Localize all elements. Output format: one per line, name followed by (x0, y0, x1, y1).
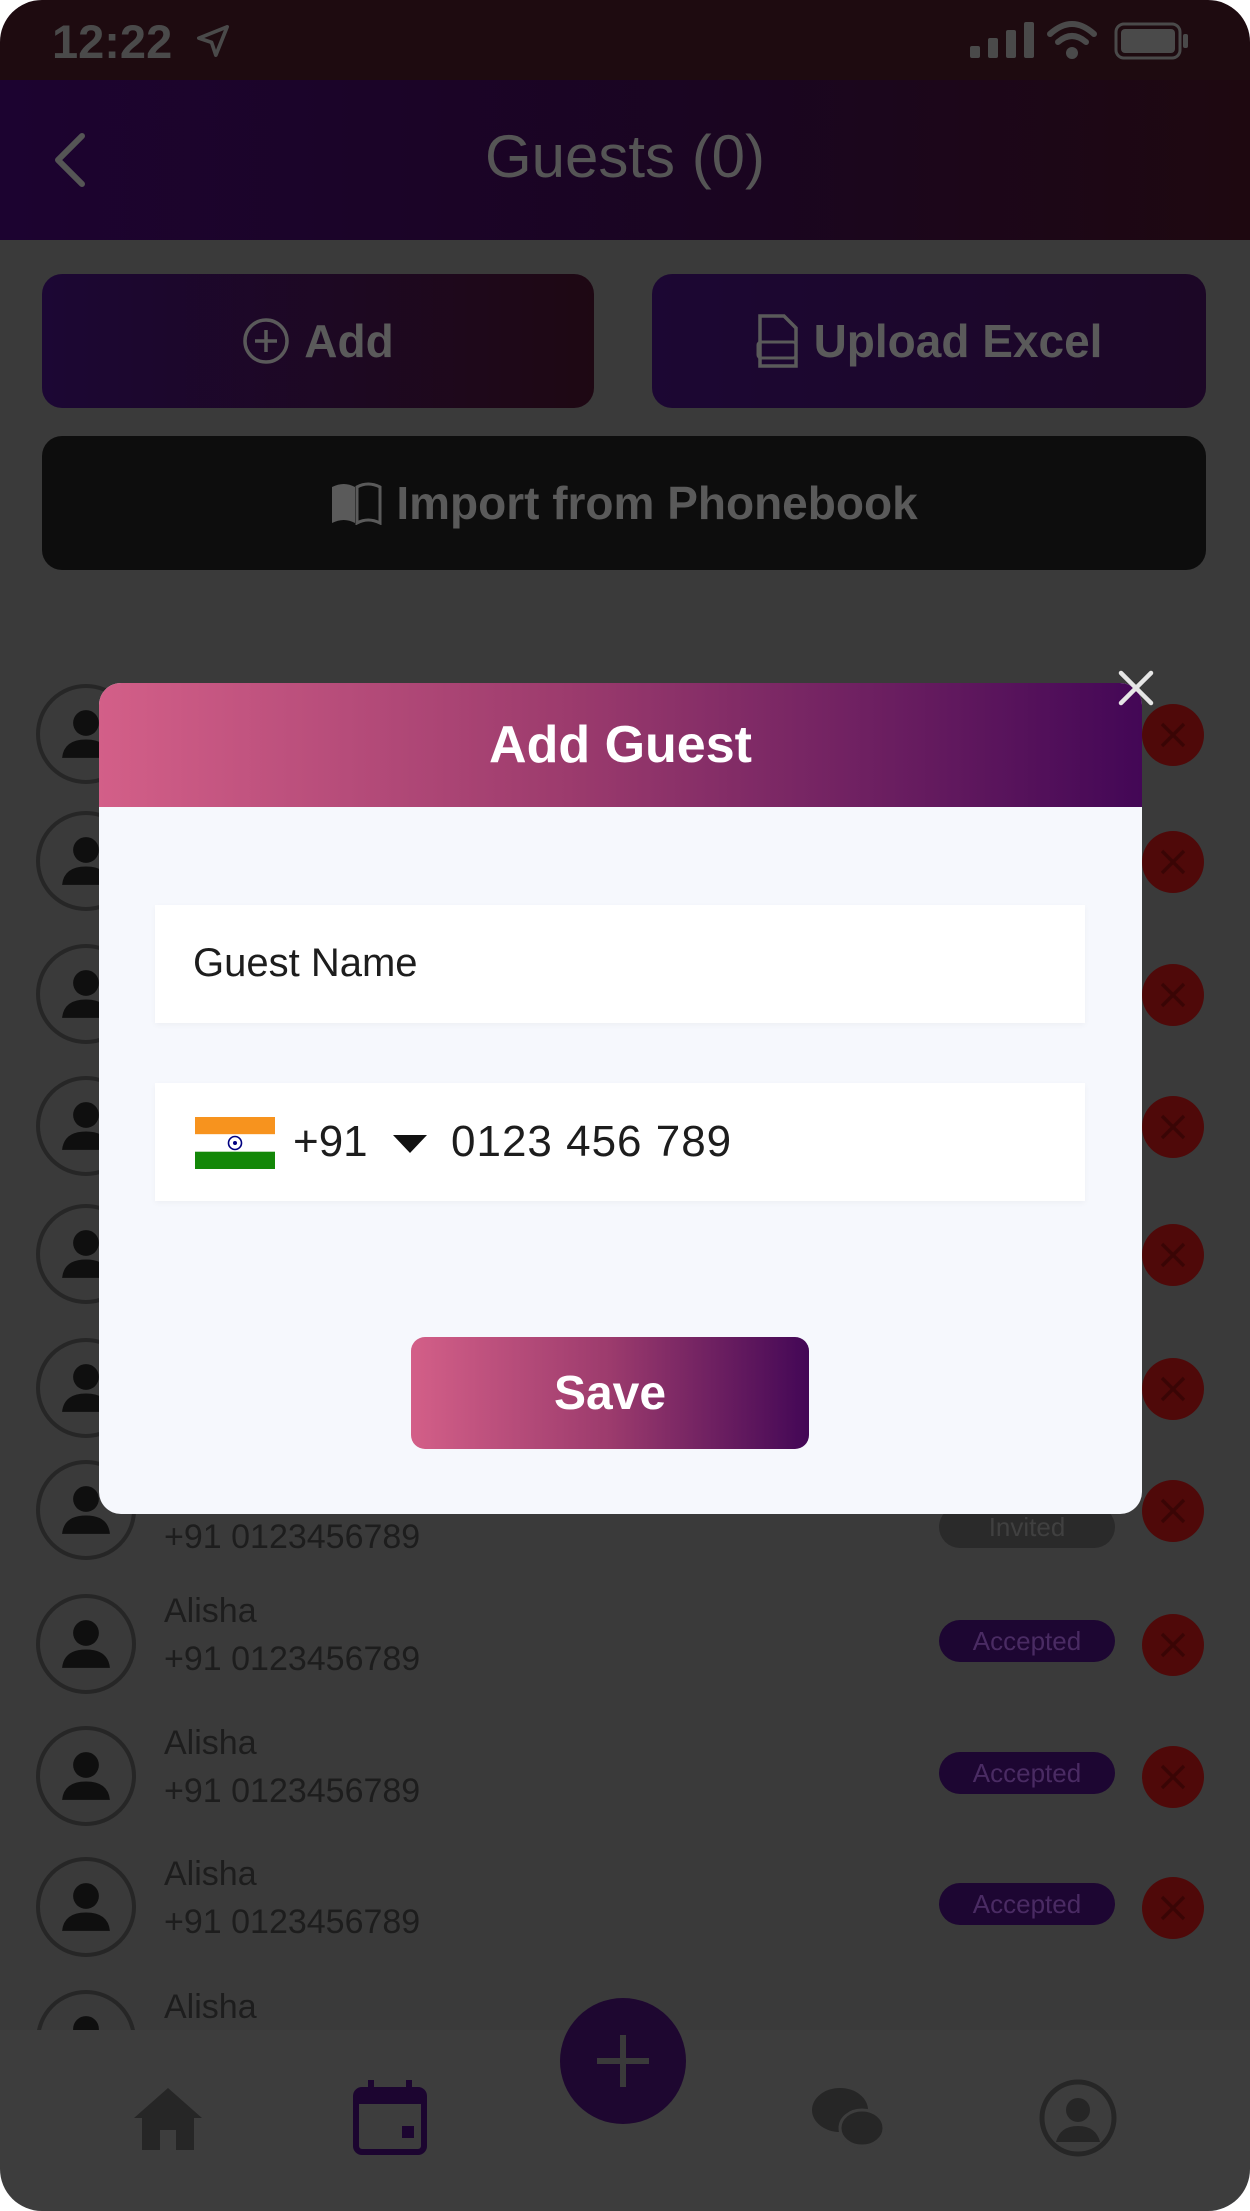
guest-phone: +91 0123456789 (164, 1772, 421, 1810)
delete-guest-button[interactable] (1142, 1480, 1204, 1542)
avatar (36, 1857, 136, 1957)
guest-name: Alisha (164, 1988, 257, 2026)
india-flag-icon[interactable] (195, 1117, 275, 1169)
delete-guest-button[interactable] (1142, 1096, 1204, 1158)
close-icon (1160, 849, 1186, 875)
add-fab-button[interactable] (560, 1998, 686, 2124)
close-icon (1160, 1242, 1186, 1268)
signal-icon (970, 22, 1034, 58)
save-button[interactable]: Save (411, 1337, 809, 1449)
close-icon (1160, 1632, 1186, 1658)
delete-guest-button[interactable] (1142, 964, 1204, 1026)
close-icon (1160, 982, 1186, 1008)
add-guest-dialog: Add Guest Guest Name +91 0123 456 789 Sa… (99, 683, 1142, 1514)
add-guest-button[interactable]: Add (42, 274, 594, 408)
avatar (36, 1726, 136, 1826)
dialog-title: Add Guest (489, 716, 752, 774)
wifi-icon (1047, 21, 1097, 59)
guest-phone: +91 0123456789 (164, 1640, 421, 1678)
close-icon (1160, 1764, 1186, 1790)
status-bar: 12:22 (0, 0, 1250, 80)
country-code[interactable]: +91 (293, 1117, 368, 1167)
guest-name: Alisha (164, 1855, 257, 1893)
app-header: Guests (0) (0, 80, 1250, 240)
close-icon (1160, 722, 1186, 748)
status-time: 12:22 (52, 15, 173, 68)
delete-guest-button[interactable] (1142, 1877, 1204, 1939)
delete-guest-button[interactable] (1142, 704, 1204, 766)
avatar (36, 1594, 136, 1694)
page-title: Guests (0) (484, 123, 766, 190)
chat-icon[interactable] (808, 2078, 888, 2158)
close-icon (1160, 1498, 1186, 1524)
upload-excel-button[interactable]: Upload Excel (652, 274, 1206, 408)
add-button-label: Add (304, 315, 394, 367)
profile-icon[interactable] (1038, 2078, 1118, 2158)
avatar (36, 1990, 136, 2030)
upload-button-label: Upload Excel (813, 315, 1103, 367)
plus-circle-icon (243, 318, 290, 364)
guest-name: Alisha (164, 1724, 257, 1762)
delete-guest-button[interactable] (1142, 1614, 1204, 1676)
status-badge: Accepted (939, 1752, 1115, 1794)
close-icon (1160, 1114, 1186, 1140)
close-icon (1160, 1376, 1186, 1402)
close-icon[interactable] (1116, 668, 1156, 708)
location-arrow-icon (196, 24, 230, 58)
guest-row[interactable]: Alisha +91 0123456789 Accepted (0, 1718, 1250, 1848)
status-badge: Accepted (939, 1620, 1115, 1662)
delete-guest-button[interactable] (1142, 1358, 1204, 1420)
close-icon (1160, 1895, 1186, 1921)
import-button-label: Import from Phonebook (396, 477, 918, 529)
battery-icon (1114, 22, 1188, 60)
dialog-header: Add Guest (99, 683, 1142, 807)
guest-name-input[interactable]: Guest Name (155, 905, 1085, 1023)
phone-number-value: 0123 456 789 (451, 1117, 733, 1166)
guest-name: Alisha (164, 1592, 257, 1630)
guest-row[interactable]: Alisha +91 0123456789 Accepted (0, 1586, 1250, 1716)
status-badge: Accepted (939, 1883, 1115, 1925)
book-icon (332, 482, 382, 525)
delete-guest-button[interactable] (1142, 831, 1204, 893)
plus-icon (597, 2035, 649, 2087)
guest-phone: +91 0123456789 (164, 1518, 421, 1556)
phone-screen: 12:22 Guests (0) Add Upload Excel Import… (0, 0, 1250, 2211)
xls-file-icon (756, 314, 798, 368)
guest-row[interactable]: Alisha +91 0123456789 Accepted (0, 1849, 1250, 1979)
guest-phone: +91 0123456789 (164, 1903, 421, 1941)
guest-name-placeholder: Guest Name (193, 941, 418, 985)
chevron-down-icon[interactable] (391, 1133, 429, 1155)
delete-guest-button[interactable] (1142, 1224, 1204, 1286)
phone-input[interactable]: +91 0123 456 789 (155, 1083, 1085, 1201)
home-icon[interactable] (128, 2078, 208, 2158)
delete-guest-button[interactable] (1142, 1746, 1204, 1808)
import-phonebook-button[interactable]: Import from Phonebook (42, 436, 1206, 570)
calendar-icon[interactable] (350, 2078, 430, 2158)
